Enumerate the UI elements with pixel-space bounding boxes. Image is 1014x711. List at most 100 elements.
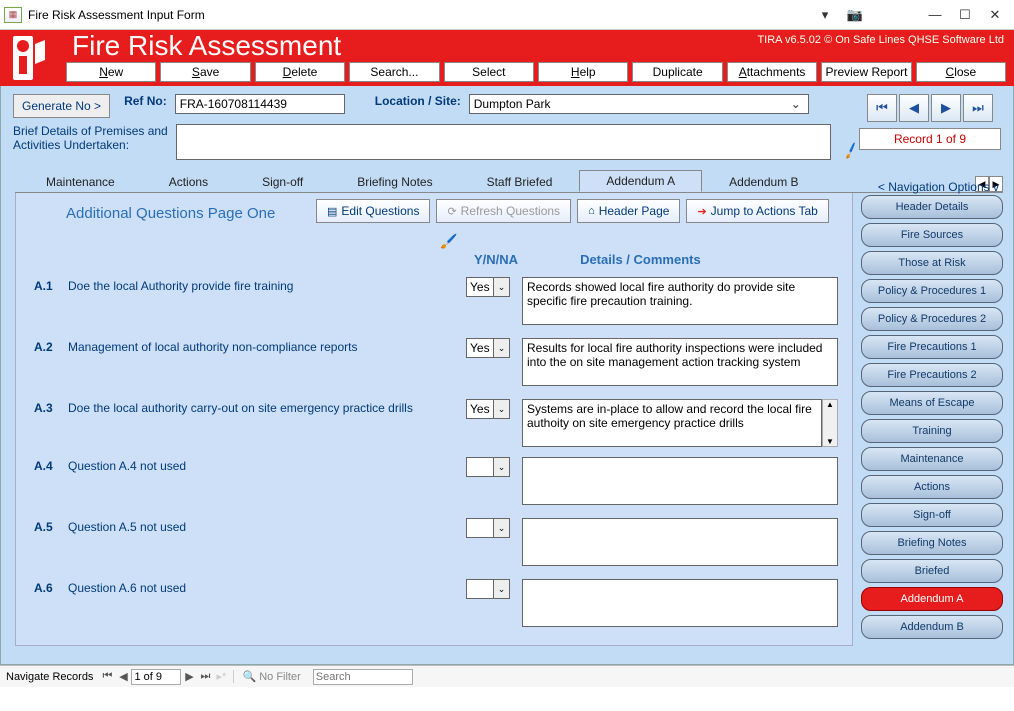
- tab-addendum-a[interactable]: Addendum A: [579, 170, 702, 192]
- yn-cell: ⌄: [466, 457, 516, 508]
- chevron-down-icon[interactable]: ⌄: [494, 518, 510, 538]
- window-titlebar: ▦ Fire Risk Assessment Input Form ▾ 📷 — …: [0, 0, 1014, 30]
- tab-briefing-notes[interactable]: Briefing Notes: [330, 171, 459, 192]
- sidenav-fire-precautions-2[interactable]: Fire Precautions 2: [861, 363, 1003, 387]
- comment-textarea[interactable]: [522, 457, 838, 505]
- question-number: A.3: [26, 399, 68, 447]
- sidenav-training[interactable]: Training: [861, 419, 1003, 443]
- app-title: Fire Risk Assessment: [72, 30, 341, 62]
- location-label: Location / Site:: [375, 94, 461, 108]
- sidenav-those-at-risk[interactable]: Those at Risk: [861, 251, 1003, 275]
- sidenav-policy-procedures-2[interactable]: Policy & Procedures 2: [861, 307, 1003, 331]
- fire-alarm-icon: [2, 30, 60, 86]
- sidenav-addendum-a[interactable]: Addendum A: [861, 587, 1003, 611]
- minimize-button[interactable]: —: [920, 4, 950, 26]
- comment-textarea[interactable]: Results for local fire authority inspect…: [522, 338, 838, 386]
- menu-select[interactable]: Select: [444, 62, 534, 82]
- location-select[interactable]: Dumpton Park ⌄: [469, 94, 809, 114]
- sidenav-means-of-escape[interactable]: Means of Escape: [861, 391, 1003, 415]
- yn-input[interactable]: [466, 399, 494, 419]
- status-label: Navigate Records: [0, 671, 99, 683]
- comment-cell: Records showed local fire authority do p…: [522, 277, 846, 328]
- sidenav-briefing-notes[interactable]: Briefing Notes: [861, 531, 1003, 555]
- nav-options-label[interactable]: < Navigation Options v: [878, 180, 999, 194]
- refresh-icon: ⟳: [447, 205, 456, 218]
- first-record-button[interactable]: ⏮: [867, 94, 897, 122]
- sidenav-addendum-b[interactable]: Addendum B: [861, 615, 1003, 639]
- status-prev-button[interactable]: ◀: [115, 670, 131, 683]
- yn-input[interactable]: [466, 518, 494, 538]
- menu-duplicate[interactable]: Duplicate: [632, 62, 722, 82]
- chevron-down-icon[interactable]: ⌄: [494, 457, 510, 477]
- status-new-button[interactable]: ▸*: [213, 670, 229, 683]
- chevron-down-icon[interactable]: ⌄: [494, 338, 510, 358]
- comment-textarea[interactable]: Systems are in-place to allow and record…: [522, 399, 822, 447]
- maximize-button[interactable]: ☐: [950, 4, 980, 26]
- status-last-button[interactable]: ⏭: [197, 670, 213, 683]
- status-page-input[interactable]: [131, 669, 181, 685]
- refresh-questions-button[interactable]: ⟳Refresh Questions: [436, 199, 571, 223]
- question-number: A.4: [26, 457, 68, 508]
- sidenav-policy-procedures-1[interactable]: Policy & Procedures 1: [861, 279, 1003, 303]
- yn-input[interactable]: [466, 579, 494, 599]
- brief-textarea[interactable]: [176, 124, 831, 160]
- jump-actions-button[interactable]: ➔Jump to Actions Tab: [686, 199, 828, 223]
- menu-close[interactable]: Close: [916, 62, 1006, 82]
- menu-save[interactable]: Save: [160, 62, 250, 82]
- yn-input[interactable]: [466, 338, 494, 358]
- tab-sign-off[interactable]: Sign-off: [235, 171, 330, 192]
- menu-delete[interactable]: Delete: [255, 62, 345, 82]
- status-next-button[interactable]: ▶: [181, 670, 197, 683]
- sidenav-fire-sources[interactable]: Fire Sources: [861, 223, 1003, 247]
- status-filter[interactable]: 🔍 No Filter: [233, 670, 308, 683]
- brush-icon[interactable]: 🖌️: [440, 233, 457, 250]
- tab-addendum-b[interactable]: Addendum B: [702, 171, 825, 192]
- sidenav-actions[interactable]: Actions: [861, 475, 1003, 499]
- yn-input[interactable]: [466, 457, 494, 477]
- question-text: Question A.4 not used: [68, 457, 466, 508]
- ref-no-input[interactable]: [175, 94, 345, 114]
- yn-cell: ⌄: [466, 579, 516, 630]
- sidenav-maintenance[interactable]: Maintenance: [861, 447, 1003, 471]
- close-button[interactable]: ✕: [980, 4, 1010, 26]
- tab-actions[interactable]: Actions: [142, 171, 235, 192]
- question-text: Management of local authority non-compli…: [68, 338, 466, 389]
- question-number: A.1: [26, 277, 68, 328]
- tab-panel: Additional Questions Page One ▤Edit Ques…: [15, 192, 1003, 646]
- comment-textarea[interactable]: [522, 518, 838, 566]
- menu-help[interactable]: Help: [538, 62, 628, 82]
- tab-staff-briefed[interactable]: Staff Briefed: [460, 171, 580, 192]
- comment-textarea[interactable]: Records showed local fire authority do p…: [522, 277, 838, 325]
- menu-new[interactable]: New: [66, 62, 156, 82]
- question-number: A.5: [26, 518, 68, 569]
- chevron-down-icon[interactable]: ⌄: [494, 579, 510, 599]
- prev-record-button[interactable]: ◀: [899, 94, 929, 122]
- camera-icon[interactable]: 📷: [840, 4, 870, 26]
- tab-maintenance[interactable]: Maintenance: [19, 171, 142, 192]
- comment-cell: [522, 518, 846, 569]
- comment-cell: Results for local fire authority inspect…: [522, 338, 846, 389]
- edit-questions-button[interactable]: ▤Edit Questions: [316, 199, 430, 223]
- menu-attachments[interactable]: Attachments: [727, 62, 817, 82]
- sidenav-briefed[interactable]: Briefed: [861, 559, 1003, 583]
- menu-previewreport[interactable]: Preview Report: [821, 62, 911, 82]
- menu-search[interactable]: Search...: [349, 62, 439, 82]
- sidenav-fire-precautions-1[interactable]: Fire Precautions 1: [861, 335, 1003, 359]
- generate-no-button[interactable]: Generate No >: [13, 94, 110, 118]
- chevron-down-icon[interactable]: ⌄: [494, 399, 510, 419]
- next-record-button[interactable]: ▶: [931, 94, 961, 122]
- scrollbar[interactable]: ▲▼: [822, 399, 838, 447]
- chevron-down-icon[interactable]: ⌄: [494, 277, 510, 297]
- last-record-button[interactable]: ⏭: [963, 94, 993, 122]
- sidenav-sign-off[interactable]: Sign-off: [861, 503, 1003, 527]
- question-text: Question A.6 not used: [68, 579, 466, 630]
- comment-textarea[interactable]: [522, 579, 838, 627]
- status-first-button[interactable]: ⏮: [99, 670, 115, 683]
- sidenav-header-details[interactable]: Header Details: [861, 195, 1003, 219]
- status-search-input[interactable]: [313, 669, 413, 685]
- header-page-button[interactable]: ⌂Header Page: [577, 199, 680, 223]
- dropdown-icon[interactable]: ▾: [810, 4, 840, 26]
- yn-cell: ⌄: [466, 338, 516, 389]
- question-row: A.6Question A.6 not used⌄: [26, 579, 846, 630]
- yn-input[interactable]: [466, 277, 494, 297]
